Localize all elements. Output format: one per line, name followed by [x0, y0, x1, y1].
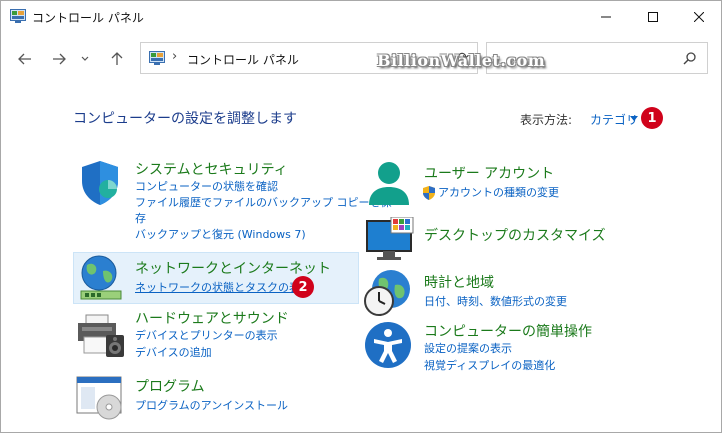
back-button[interactable] [13, 47, 37, 71]
link-suggested-settings[interactable]: 設定の提案の表示 [424, 341, 512, 357]
link-network-status-tasks[interactable]: ネットワークの状態とタスクの表示 [135, 280, 311, 296]
programs-icon[interactable] [75, 375, 125, 421]
breadcrumb-control-panel[interactable]: コントロール パネル [187, 51, 299, 68]
link-file-history-backup[interactable]: ファイル履歴でファイルのバックアップ コピーを保 [135, 195, 392, 211]
link-check-computer-status[interactable]: コンピューターの状態を確認 [135, 179, 278, 195]
category-title-clock-region[interactable]: 時計と地域 [424, 272, 494, 292]
control-panel-app-icon [10, 9, 26, 23]
close-button[interactable] [676, 1, 722, 33]
chevron-down-icon [81, 56, 89, 61]
user-account-icon[interactable] [365, 159, 413, 207]
link-add-device[interactable]: デバイスの追加 [135, 345, 212, 361]
arrow-left-icon [18, 53, 31, 65]
desktop-customize-icon[interactable] [365, 217, 415, 261]
category-title-system-security[interactable]: システムとセキュリティ [135, 159, 288, 179]
control-panel-window: コントロール パネル › コントロール パネル ⟳ BillionWallet.… [0, 0, 722, 433]
link-backup-restore[interactable]: バックアップと復元 (Windows 7) [135, 227, 306, 243]
category-title-desktop-customization[interactable]: デスクトップのカスタマイズ [424, 225, 606, 245]
arrow-up-icon [111, 52, 123, 65]
ease-of-access-icon[interactable] [364, 321, 412, 369]
category-title-ease-of-access[interactable]: コンピューターの簡単操作 [424, 321, 592, 341]
link-change-account-type[interactable]: アカウントの種類の変更 [438, 185, 559, 201]
callout-badge-2: 2 [292, 276, 314, 298]
control-panel-icon [149, 51, 165, 65]
globe-network-icon[interactable] [77, 253, 125, 303]
link-optimize-visual-display[interactable]: 視覚ディスプレイの最適化 [424, 358, 555, 374]
category-title-user-accounts[interactable]: ユーザー アカウント [424, 163, 554, 183]
maximize-icon [648, 12, 658, 22]
forward-button[interactable] [47, 47, 71, 71]
watermark: BillionWallet.com [377, 51, 546, 70]
dropdown-arrow-icon[interactable] [630, 116, 638, 121]
category-title-hardware-sound[interactable]: ハードウェアとサウンド [135, 308, 289, 328]
link-uninstall-program[interactable]: プログラムのアンインストール [135, 398, 288, 414]
view-by-label: 表示方法: [520, 113, 573, 127]
link-devices-printers[interactable]: デバイスとプリンターの表示 [135, 328, 278, 344]
clock-globe-icon[interactable] [363, 267, 413, 317]
link-change-date-time-format[interactable]: 日付、時刻、数値形式の変更 [424, 294, 567, 310]
recent-locations-button[interactable] [77, 47, 93, 71]
uac-shield-icon [423, 186, 435, 200]
window-title: コントロール パネル [32, 11, 144, 25]
search-icon [683, 52, 696, 65]
printer-speaker-icon[interactable] [76, 313, 126, 359]
category-title-network-internet[interactable]: ネットワークとインターネット [135, 258, 331, 278]
minimize-icon [601, 16, 611, 18]
arrow-right-icon [53, 53, 66, 65]
title-bar[interactable]: コントロール パネル [1, 1, 721, 33]
page-title: コンピューターの設定を調整します [73, 111, 297, 127]
shield-icon[interactable] [76, 159, 124, 207]
minimize-button[interactable] [583, 1, 629, 33]
breadcrumb-separator-icon[interactable]: › [172, 49, 177, 64]
up-button[interactable] [105, 47, 129, 71]
callout-badge-1: 1 [641, 107, 663, 129]
link-file-history-backup-cont[interactable]: 存 [135, 211, 146, 227]
close-icon [694, 12, 704, 22]
maximize-button[interactable] [630, 1, 676, 33]
category-title-programs[interactable]: プログラム [135, 376, 205, 396]
